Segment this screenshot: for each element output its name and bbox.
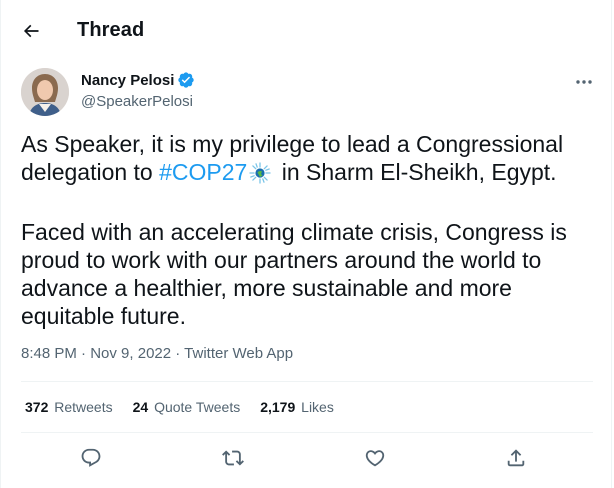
likes-label: Likes	[301, 399, 334, 415]
verified-badge-icon	[177, 71, 195, 89]
tweet-meta: 8:48 PM · Nov 9, 2022 · Twitter Web App	[21, 345, 293, 362]
divider	[21, 381, 593, 382]
tweet-paragraph-1: As Speaker, it is my privilege to lead a…	[21, 130, 596, 190]
tweet-text: As Speaker, it is my privilege to lead a…	[21, 130, 596, 330]
more-horizontal-icon	[576, 80, 592, 84]
cop27-emoji-icon	[249, 162, 271, 190]
back-button[interactable]	[15, 15, 47, 47]
share-button[interactable]	[499, 441, 533, 475]
thread-panel: Thread Nancy Pelosi @SpeakerPelosi As Sp…	[0, 0, 612, 488]
tweet-paragraph-2: Faced with an accelerating climate crisi…	[21, 219, 567, 329]
quotes-stat[interactable]: 24 Quote Tweets	[133, 399, 241, 415]
heart-icon	[365, 450, 385, 467]
retweets-stat[interactable]: 372 Retweets	[25, 399, 113, 415]
tweet-stats: 372 Retweets 24 Quote Tweets 2,179 Likes	[25, 399, 354, 415]
likes-count: 2,179	[260, 399, 296, 415]
tweet-source[interactable]: Twitter Web App	[184, 345, 293, 362]
share-icon	[507, 449, 525, 467]
reply-icon	[81, 448, 101, 467]
more-options-button[interactable]	[567, 70, 601, 94]
tweet-actions	[21, 441, 593, 475]
meta-separator: ·	[171, 345, 185, 362]
quotes-count: 24	[132, 399, 149, 415]
quotes-label: Quote Tweets	[154, 399, 241, 415]
avatar[interactable]	[21, 68, 69, 116]
tweet-date[interactable]: Nov 9, 2022	[90, 345, 171, 362]
thread-header: Thread	[1, 0, 613, 60]
page-title: Thread	[77, 19, 145, 41]
author-name[interactable]: Nancy Pelosi	[81, 72, 174, 89]
reply-button[interactable]	[74, 441, 108, 475]
retweet-button[interactable]	[216, 441, 250, 475]
name-row: Nancy Pelosi	[81, 71, 195, 89]
tweet-text-segment: in Sharm El-Sheikh, Egypt.	[275, 159, 557, 185]
retweets-label: Retweets	[54, 399, 113, 415]
like-button[interactable]	[358, 441, 392, 475]
meta-separator: ·	[76, 345, 91, 362]
retweet-icon	[222, 450, 244, 466]
tweet-author: Nancy Pelosi @SpeakerPelosi	[21, 68, 601, 118]
hashtag-link[interactable]: #COP27	[159, 159, 247, 185]
author-handle[interactable]: @SpeakerPelosi	[81, 93, 193, 110]
arrow-left-icon	[23, 24, 39, 38]
likes-stat[interactable]: 2,179 Likes	[260, 399, 334, 415]
divider	[21, 432, 593, 433]
retweets-count: 372	[25, 399, 49, 415]
tweet-time[interactable]: 8:48 PM	[21, 345, 77, 362]
